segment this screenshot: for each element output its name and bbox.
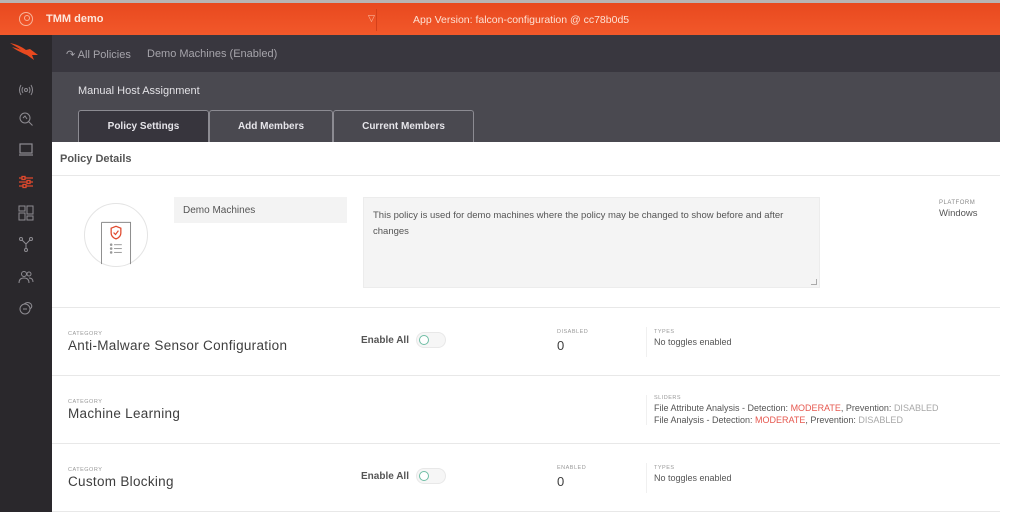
policy-header: Manual Host Assignment Policy Settings A… (52, 72, 1000, 142)
types-value: No toggles enabled (654, 473, 732, 483)
column-divider (646, 327, 647, 357)
hosts-icon[interactable] (16, 140, 36, 160)
platform-label: PLATFORM (939, 200, 976, 206)
count-label: ENABLED (557, 465, 587, 471)
network-icon[interactable] (16, 234, 36, 254)
count-value: 0 (557, 338, 565, 353)
category-row-custom-blocking: CATEGORY Custom Blocking Enable All ENAB… (52, 443, 1000, 511)
dropdown-pin-icon[interactable]: ▽ (368, 13, 375, 24)
slider-name: File Analysis - Detection: (654, 415, 756, 425)
types-label: TYPES (654, 465, 675, 471)
category-label: CATEGORY (68, 399, 103, 405)
slider-summary: File Analysis - Detection: MODERATE, Pre… (654, 415, 903, 425)
resize-handle[interactable] (811, 279, 817, 285)
prevention-level: DISABLED (893, 403, 939, 413)
tab-add-members[interactable]: Add Members (209, 110, 333, 142)
app-version: App Version: falcon-configuration @ cc78… (413, 14, 630, 26)
user-icon[interactable] (19, 12, 33, 26)
category-name[interactable]: Machine Learning (68, 406, 180, 421)
types-value: No toggles enabled (654, 337, 732, 347)
category-label: CATEGORY (68, 467, 103, 473)
enable-all-toggle[interactable] (416, 332, 446, 348)
topbar-divider (376, 9, 377, 31)
all-policies-label: All Policies (77, 49, 131, 61)
sliders-label: SLIDERS (654, 395, 682, 401)
category-name[interactable]: Custom Blocking (68, 474, 174, 489)
slider-name: File Attribute Analysis - Detection: (654, 403, 791, 413)
count-label: DISABLED (557, 329, 589, 335)
category-row-machine-learning: CATEGORY Machine Learning SLIDERS File A… (52, 375, 1000, 443)
all-policies-link[interactable]: ↷ All Policies (66, 48, 131, 61)
tab-policy-settings[interactable]: Policy Settings (78, 110, 209, 142)
slider-separator: , Prevention: (840, 403, 894, 413)
dashboard-icon[interactable] (16, 203, 36, 223)
prevention-level: DISABLED (858, 415, 903, 425)
users-icon[interactable] (16, 267, 36, 287)
column-divider (646, 463, 647, 493)
breadcrumb-current: Demo Machines (Enabled) (147, 48, 278, 60)
policy-content: Policy Details Demo Machines This policy… (52, 142, 1000, 512)
enable-all-label: Enable All (361, 335, 409, 346)
divider (52, 175, 1000, 176)
page-title: Manual Host Assignment (78, 85, 200, 97)
column-divider (646, 395, 647, 425)
platform-value: Windows (939, 208, 978, 219)
falcon-logo-icon[interactable] (8, 41, 40, 65)
category-row-anti-malware: CATEGORY Anti-Malware Sensor Configurati… (52, 307, 1000, 375)
page-margin (1000, 0, 1024, 512)
policy-description-text: This policy is used for demo machines wh… (373, 210, 784, 237)
category-name[interactable]: Anti-Malware Sensor Configuration (68, 338, 287, 353)
slider-summary: File Attribute Analysis - Detection: MOD… (654, 403, 938, 413)
slider-separator: , Prevention: (805, 415, 859, 425)
detection-level: MODERATE (790, 403, 841, 413)
policy-avatar (84, 203, 148, 267)
customer-name[interactable]: TMM demo (46, 13, 103, 25)
broadcast-icon[interactable] (16, 80, 36, 100)
enable-all-toggle[interactable] (416, 468, 446, 484)
breadcrumb: ↷ All Policies Demo Machines (Enabled) (52, 35, 1000, 72)
toggle-knob (419, 335, 429, 345)
count-value: 0 (557, 474, 565, 489)
investigate-icon[interactable] (16, 109, 36, 129)
policy-name-input[interactable]: Demo Machines (174, 197, 347, 223)
policy-tabs: Policy Settings Add Members Current Memb… (78, 110, 474, 142)
category-label: CATEGORY (68, 331, 103, 337)
falcon-console: TMM demo ▽ App Version: falcon-configura… (0, 0, 1024, 512)
tab-current-members[interactable]: Current Members (333, 110, 474, 142)
sidebar (0, 35, 52, 512)
enable-all-label: Enable All (361, 471, 409, 482)
toggle-knob (419, 471, 429, 481)
support-icon[interactable] (16, 298, 36, 318)
top-bar: TMM demo ▽ App Version: falcon-configura… (0, 3, 1000, 35)
policy-description-textarea[interactable]: This policy is used for demo machines wh… (363, 197, 820, 288)
policy-document-icon (100, 221, 132, 265)
section-title: Policy Details (60, 153, 132, 165)
detection-level: MODERATE (755, 415, 806, 425)
configuration-icon[interactable] (16, 172, 36, 192)
types-label: TYPES (654, 329, 675, 335)
